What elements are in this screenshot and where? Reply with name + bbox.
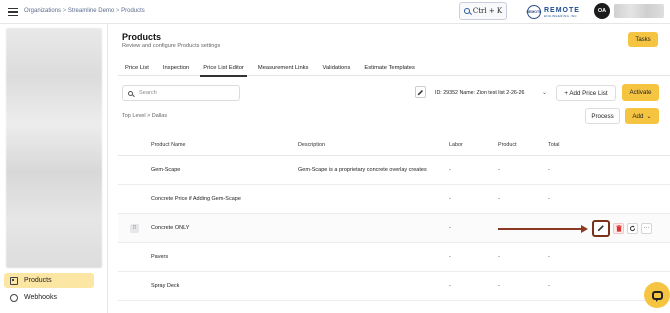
col-total: Total bbox=[548, 141, 560, 148]
sidebar-item-label: Webhooks bbox=[24, 294, 57, 301]
chat-launcher-button[interactable] bbox=[644, 282, 670, 308]
trash-icon bbox=[615, 224, 622, 232]
activate-button[interactable]: Activate bbox=[622, 84, 659, 101]
page-subtitle: Review and configure Products settings bbox=[122, 43, 221, 49]
edit-price-list-button[interactable] bbox=[415, 86, 426, 98]
annotation-arrow bbox=[498, 225, 588, 233]
product-value: - bbox=[498, 283, 500, 289]
table-row[interactable]: Concrete Price if Adding Gem-Scape - - - bbox=[118, 185, 670, 214]
total-value: - bbox=[548, 254, 550, 260]
pencil-icon bbox=[597, 225, 604, 232]
labor-value: - bbox=[449, 196, 451, 202]
sidebar-item-label: Products bbox=[24, 277, 52, 284]
labor-value: - bbox=[449, 167, 451, 173]
top-bar: Organizations > Streamline Demo > Produc… bbox=[0, 0, 670, 24]
sidebar-item-products[interactable]: Products bbox=[4, 273, 94, 288]
table-row[interactable]: Spray Deck - - - bbox=[118, 272, 670, 301]
product-value: - bbox=[498, 254, 500, 260]
drag-handle-icon[interactable]: ⠿ bbox=[130, 223, 139, 233]
tab-validations[interactable]: Validations bbox=[315, 59, 357, 76]
breadcrumb-products: Products bbox=[121, 8, 145, 14]
add-dropdown-button[interactable]: Add ⌄ bbox=[625, 108, 659, 124]
chevron-down-icon: ⌄ bbox=[541, 90, 547, 96]
webhook-icon bbox=[10, 293, 18, 302]
search-icon bbox=[128, 90, 133, 96]
total-value: - bbox=[548, 167, 550, 173]
pencil-icon bbox=[417, 89, 423, 95]
price-list-value: ID: 29352 Name: Zion test list 2-26-26 bbox=[435, 89, 525, 96]
col-product: Product bbox=[498, 141, 517, 148]
total-value: - bbox=[548, 283, 550, 289]
add-label: Add bbox=[632, 112, 644, 120]
tab-inspection[interactable]: Inspection bbox=[156, 59, 196, 76]
product-description: Gem-Scape is a proprietary concrete over… bbox=[298, 167, 427, 173]
tasks-button[interactable]: Tasks bbox=[628, 32, 658, 47]
col-product-name: Product Name bbox=[151, 141, 186, 148]
search-input[interactable] bbox=[139, 90, 229, 96]
table-row[interactable]: Pavers - - - bbox=[118, 243, 670, 272]
product-value: - bbox=[498, 196, 500, 202]
tab-estimate-templates[interactable]: Estimate Templates bbox=[357, 59, 421, 76]
product-name: Pavers bbox=[151, 254, 169, 260]
edit-row-button[interactable] bbox=[592, 219, 610, 237]
breadcrumb-separator: > bbox=[115, 8, 120, 14]
product-name: Gem-Scape bbox=[151, 167, 181, 173]
price-list-select[interactable]: ID: 29352 Name: Zion test list 2-26-26 ⌄ bbox=[429, 85, 550, 100]
more-options-button[interactable]: ··· bbox=[641, 222, 652, 234]
row-actions: ··· bbox=[592, 219, 652, 237]
product-value: - bbox=[498, 167, 500, 173]
menu-icon[interactable] bbox=[8, 8, 18, 17]
chevron-down-icon: ⌄ bbox=[646, 112, 652, 120]
tab-measurement-links[interactable]: Measurement Links bbox=[251, 59, 316, 76]
box-icon bbox=[10, 276, 18, 285]
table-header: Product Name Description Labor Product T… bbox=[118, 134, 670, 156]
tab-price-list-editor[interactable]: Price List Editor bbox=[196, 59, 251, 77]
refresh-row-button[interactable] bbox=[627, 222, 638, 234]
add-price-list-button[interactable]: + Add Price List bbox=[556, 85, 616, 101]
logo-subtext: ENGINEERING INC bbox=[544, 13, 578, 18]
page-title: Products bbox=[122, 32, 162, 42]
category-breadcrumb: Top Level > Dallas bbox=[122, 113, 168, 119]
col-description: Description bbox=[298, 141, 325, 148]
table-row[interactable]: ⠿ Concrete ONLY - ··· bbox=[118, 214, 670, 243]
logo-badge: REMOTE bbox=[527, 5, 542, 19]
sidebar-item-webhooks[interactable]: Webhooks bbox=[4, 290, 94, 305]
col-labor: Labor bbox=[449, 141, 463, 148]
breadcrumb-separator: > bbox=[62, 8, 67, 14]
labor-value: - bbox=[449, 225, 451, 231]
table-row[interactable]: Gem-Scape Gem-Scape is a proprietary con… bbox=[118, 156, 670, 185]
breadcrumb-organizations[interactable]: Organizations bbox=[24, 8, 61, 14]
search-icon bbox=[463, 8, 470, 14]
tab-bar: Price List Inspection Price List Editor … bbox=[118, 59, 670, 77]
sidebar: Products Webhooks bbox=[0, 24, 108, 313]
process-button[interactable]: Process bbox=[585, 108, 620, 124]
labor-value: - bbox=[449, 254, 451, 260]
product-name: Spray Deck bbox=[151, 283, 180, 289]
tab-price-list[interactable]: Price List bbox=[118, 59, 156, 76]
product-name: Concrete ONLY bbox=[151, 225, 190, 231]
breadcrumb-streamline-demo[interactable]: Streamline Demo bbox=[68, 8, 114, 14]
search-shortcut-label: Ctrl + K bbox=[472, 7, 503, 15]
company-logo: REMOTE REMOTE ENGINEERING INC bbox=[527, 3, 580, 21]
breadcrumb: Organizations > Streamline Demo > Produc… bbox=[24, 8, 145, 14]
refresh-icon bbox=[629, 225, 636, 231]
labor-value: - bbox=[449, 283, 451, 289]
avatar[interactable]: OA bbox=[594, 3, 610, 19]
products-table: Product Name Description Labor Product T… bbox=[118, 134, 670, 301]
delete-row-button[interactable] bbox=[613, 222, 624, 234]
user-name-redacted bbox=[614, 4, 664, 18]
logo-text: REMOTE bbox=[544, 6, 580, 14]
total-value: - bbox=[548, 196, 550, 202]
search-field[interactable] bbox=[122, 85, 240, 101]
sidebar-redacted-area bbox=[6, 28, 102, 268]
global-search-button[interactable]: Ctrl + K bbox=[459, 2, 507, 20]
chat-icon bbox=[651, 290, 663, 302]
product-name: Concrete Price if Adding Gem-Scape bbox=[151, 196, 241, 202]
more-icon: ··· bbox=[643, 225, 650, 231]
